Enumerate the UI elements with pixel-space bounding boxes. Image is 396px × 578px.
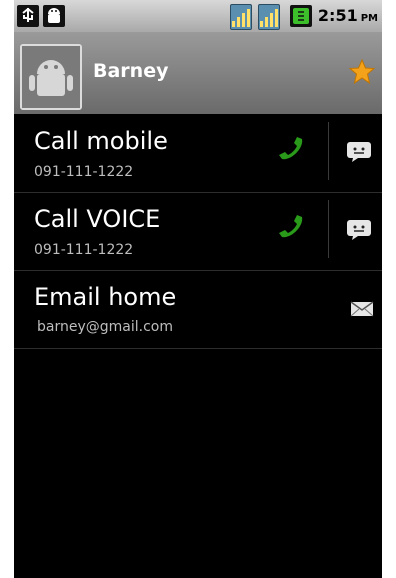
signal-icon bbox=[230, 4, 252, 30]
phone-icon[interactable] bbox=[276, 132, 310, 166]
contact-header: Barney bbox=[14, 32, 382, 114]
action-label: Call mobile bbox=[34, 127, 168, 155]
favorite-star-icon[interactable] bbox=[348, 58, 376, 86]
message-icon[interactable] bbox=[346, 141, 372, 163]
android-screen: 2:51PM Barney Call mobile 091-111-1222 bbox=[14, 0, 382, 578]
usb-icon bbox=[17, 5, 39, 27]
envelope-icon[interactable] bbox=[350, 301, 374, 317]
action-value: barney@gmail.com bbox=[37, 319, 173, 335]
time-text: 2:51 bbox=[317, 6, 358, 25]
contact-avatar[interactable] bbox=[20, 44, 82, 110]
message-icon[interactable] bbox=[346, 219, 372, 241]
time-ampm: PM bbox=[360, 13, 378, 24]
action-row-call-voice[interactable]: Call VOICE 091-111-1222 bbox=[14, 192, 382, 271]
status-bar: 2:51 PM bbox=[14, 0, 382, 32]
action-value: 091-111-1222 bbox=[34, 164, 134, 180]
action-value: 091-111-1222 bbox=[34, 242, 134, 258]
action-label: Email home bbox=[34, 283, 177, 311]
contact-name: Barney bbox=[93, 60, 169, 82]
phone-icon[interactable] bbox=[276, 210, 310, 244]
row-divider bbox=[328, 122, 329, 180]
battery-icon bbox=[290, 5, 312, 27]
action-row-email-home[interactable]: Email home barney@gmail.com bbox=[14, 270, 382, 349]
signal-icon bbox=[258, 4, 280, 30]
action-row-call-mobile[interactable]: Call mobile 091-111-1222 bbox=[14, 114, 382, 193]
action-label: Call VOICE bbox=[34, 205, 161, 233]
status-time: 2:51 PM bbox=[318, 6, 378, 25]
row-divider bbox=[328, 200, 329, 258]
android-icon bbox=[43, 5, 65, 27]
